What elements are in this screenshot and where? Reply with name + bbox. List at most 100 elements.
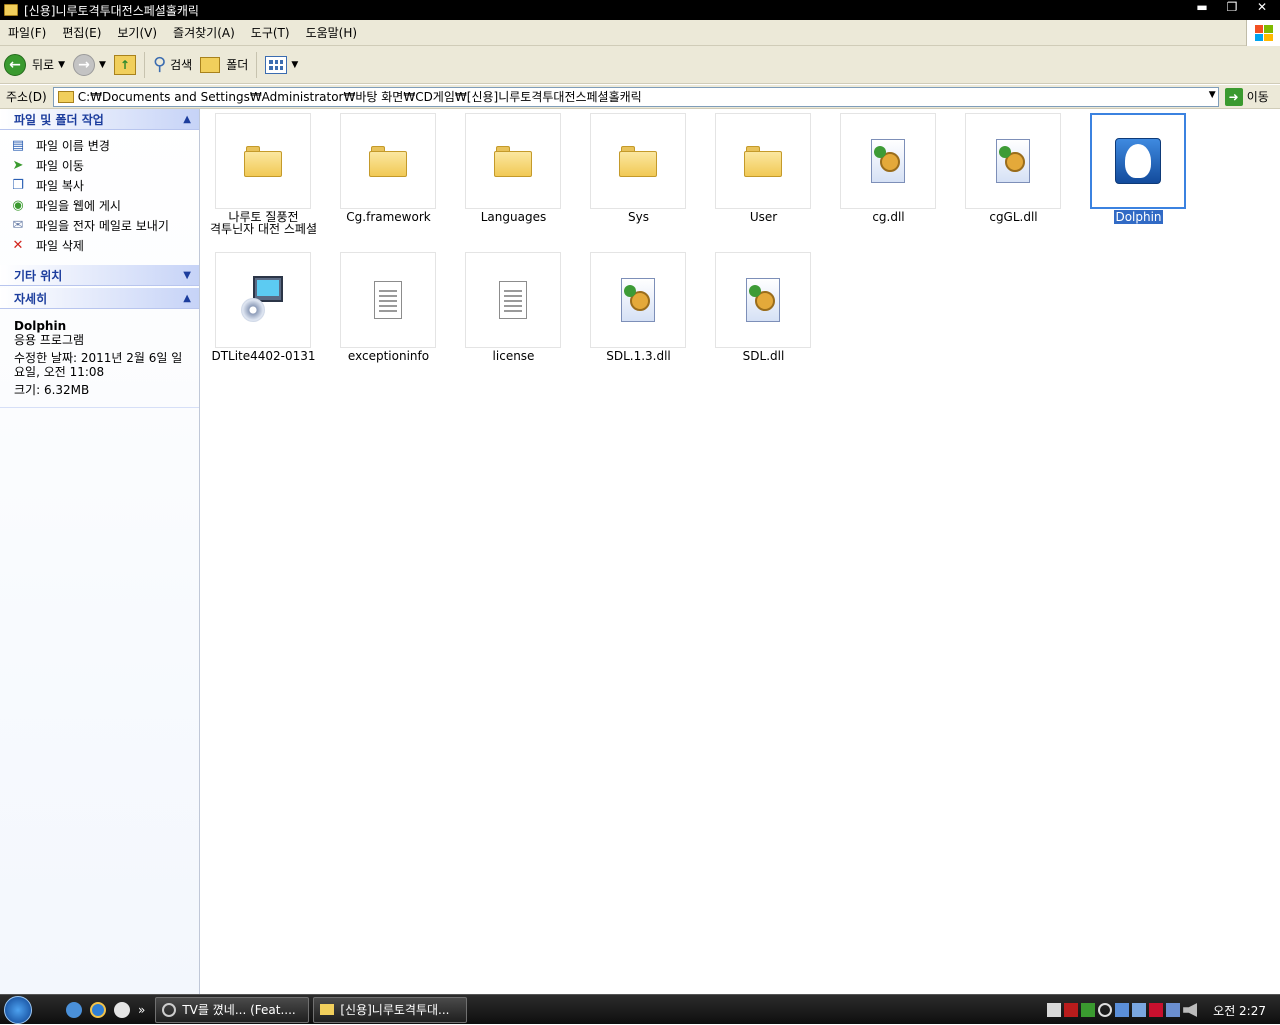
taskbar-button-media[interactable]: TV를 꼈네... (Feat.... [155, 996, 310, 1023]
file-name: DTLite4402-0131 [211, 349, 316, 363]
menu-view[interactable]: 보기(V) [109, 24, 165, 41]
file-list-view[interactable]: 나루토 질풍전 격투닌자 대전 스페셜 Cg.framework Languag… [201, 109, 1280, 994]
taskbar-button-explorer[interactable]: [신용]니루토격투대... [313, 996, 468, 1023]
menu-tools[interactable]: 도구(T) [243, 24, 298, 41]
menu-help[interactable]: 도움말(H) [298, 24, 366, 41]
file-item-folder[interactable]: Sys [576, 109, 701, 247]
file-name: Languages [480, 210, 547, 224]
folder-icon [744, 146, 782, 177]
text-file-icon [499, 281, 527, 319]
internet-explorer-icon[interactable] [90, 1001, 106, 1018]
volume-icon[interactable] [1183, 1003, 1198, 1017]
delete-icon: ✕ [12, 237, 24, 253]
thumbnail [840, 113, 936, 209]
expand-chevron-icon[interactable]: ▼ [183, 270, 191, 281]
menu-file[interactable]: 파일(F) [0, 24, 54, 41]
menu-bar: 파일(F) 편집(E) 보기(V) 즐겨찾기(A) 도구(T) 도움말(H) [0, 20, 1280, 46]
dll-file-icon [871, 139, 905, 183]
file-item-folder[interactable]: Cg.framework [326, 109, 451, 247]
forward-button[interactable]: → ▼ [69, 50, 110, 80]
thumbnail [465, 113, 561, 209]
chevron-down-icon[interactable]: ▼ [99, 60, 106, 70]
address-input[interactable]: C:₩Documents and Settings₩Administrator₩… [52, 86, 1219, 107]
folders-icon [200, 56, 221, 73]
task-move[interactable]: ➤ 파일 이동 [10, 155, 199, 175]
back-button[interactable]: ← 뒤로 ▼ [0, 50, 69, 80]
thumbnail [715, 113, 811, 209]
go-button[interactable]: ➜ 이동 [1224, 87, 1269, 106]
clock[interactable]: 오전 2:27 [1213, 1002, 1266, 1019]
task-label: 파일을 웹에 게시 [36, 198, 121, 213]
move-icon: ➤ [12, 157, 24, 173]
details-header[interactable]: 자세히 ▲ [0, 288, 199, 309]
folder-icon [494, 146, 532, 177]
file-item-dll[interactable]: SDL.dll [701, 248, 826, 386]
file-item-setup[interactable]: DTLite4402-0131 [201, 248, 326, 386]
close-button[interactable]: ✕ [1248, 0, 1276, 14]
search-button[interactable]: ⚲ 검색 [149, 50, 196, 80]
tray-app-icon[interactable] [1047, 1003, 1062, 1017]
ati-icon[interactable] [1149, 1003, 1164, 1017]
chevron-down-icon[interactable]: ▼ [1209, 90, 1216, 100]
task-label: 파일 이름 변경 [36, 138, 110, 153]
file-item-folder[interactable]: Languages [451, 109, 576, 247]
file-item-dll[interactable]: cg.dll [826, 109, 951, 247]
task-email[interactable]: ✉ 파일을 전자 메일로 보내기 [10, 215, 199, 235]
views-button[interactable]: ▼ [261, 50, 302, 80]
show-desktop-icon[interactable] [66, 1001, 82, 1018]
file-tasks-list: ▤ 파일 이름 변경 ➤ 파일 이동 ❐ 파일 복사 ◉ 파일을 웹에 게시 ✉… [0, 130, 199, 263]
text-file-icon [374, 281, 402, 319]
menu-edit[interactable]: 편집(E) [54, 24, 109, 41]
file-item-exe-selected[interactable]: Dolphin [1076, 109, 1201, 247]
chevron-down-icon[interactable]: ▼ [58, 60, 65, 70]
thumbnail [340, 113, 436, 209]
dll-file-icon [996, 139, 1030, 183]
window-title: [신용]니루토격투대전스페셜홀캐릭 [24, 3, 199, 18]
file-item-folder[interactable]: 나루토 질풍전 격투닌자 대전 스페셜 [201, 109, 326, 247]
menu-favorites[interactable]: 즐겨찾기(A) [165, 24, 243, 41]
file-item-text[interactable]: exceptioninfo [326, 248, 451, 386]
publish-web-icon: ◉ [12, 197, 24, 213]
dll-file-icon [621, 278, 655, 322]
details-size: 크기: 6.32MB [14, 383, 90, 397]
tray-app-icon[interactable] [1132, 1003, 1147, 1017]
task-copy[interactable]: ❐ 파일 복사 [10, 175, 199, 195]
window-title-bar[interactable]: [신용]니루토격투대전스페셜홀캐릭 ▬ ❐ ✕ [0, 0, 1280, 20]
collapse-chevron-icon[interactable]: ▲ [183, 114, 191, 125]
file-item-dll[interactable]: cgGL.dll [951, 109, 1076, 247]
task-delete[interactable]: ✕ 파일 삭제 [10, 235, 199, 255]
thumbnail [715, 252, 811, 348]
tray-app-icon[interactable] [1166, 1003, 1181, 1017]
file-item-text[interactable]: license [451, 248, 576, 386]
task-label: 파일 복사 [36, 178, 84, 193]
start-button[interactable] [0, 995, 36, 1025]
tray-app-icon[interactable] [1081, 1003, 1096, 1017]
file-name: Sys [628, 210, 649, 224]
tray-network-icon[interactable] [1115, 1003, 1130, 1017]
file-item-dll[interactable]: SDL.1.3.dll [576, 248, 701, 386]
task-label: 파일 이동 [36, 158, 84, 173]
up-folder-button[interactable]: ↑ [110, 50, 140, 80]
setup-installer-icon [239, 276, 287, 324]
thumbnail [590, 113, 686, 209]
other-places-header[interactable]: 기타 위치 ▼ [0, 265, 199, 286]
file-name: cg.dll [872, 210, 905, 224]
tray-clock-icon[interactable] [1098, 1003, 1113, 1017]
minimize-button[interactable]: ▬ [1188, 0, 1216, 14]
task-rename[interactable]: ▤ 파일 이름 변경 [10, 135, 199, 155]
file-name: 나루토 질풍전 격투닌자 대전 스페셜 [210, 210, 317, 236]
back-arrow-icon: ← [4, 53, 26, 76]
overflow-chevron-icon[interactable]: » [138, 1003, 145, 1017]
other-places-title: 기타 위치 [14, 268, 63, 283]
details-name: Dolphin [14, 319, 67, 333]
file-item-folder[interactable]: User [701, 109, 826, 247]
restore-button[interactable]: ❐ [1218, 0, 1246, 14]
task-publish-web[interactable]: ◉ 파일을 웹에 게시 [10, 195, 199, 215]
toolbar-separator [143, 51, 145, 78]
thumbnail [465, 252, 561, 348]
file-tasks-header[interactable]: 파일 및 폴더 작업 ▲ [0, 109, 199, 130]
messenger-icon[interactable] [114, 1001, 130, 1018]
folders-button[interactable]: 폴더 [196, 50, 252, 80]
collapse-chevron-icon[interactable]: ▲ [183, 293, 191, 304]
tray-app-icon[interactable] [1064, 1003, 1079, 1017]
